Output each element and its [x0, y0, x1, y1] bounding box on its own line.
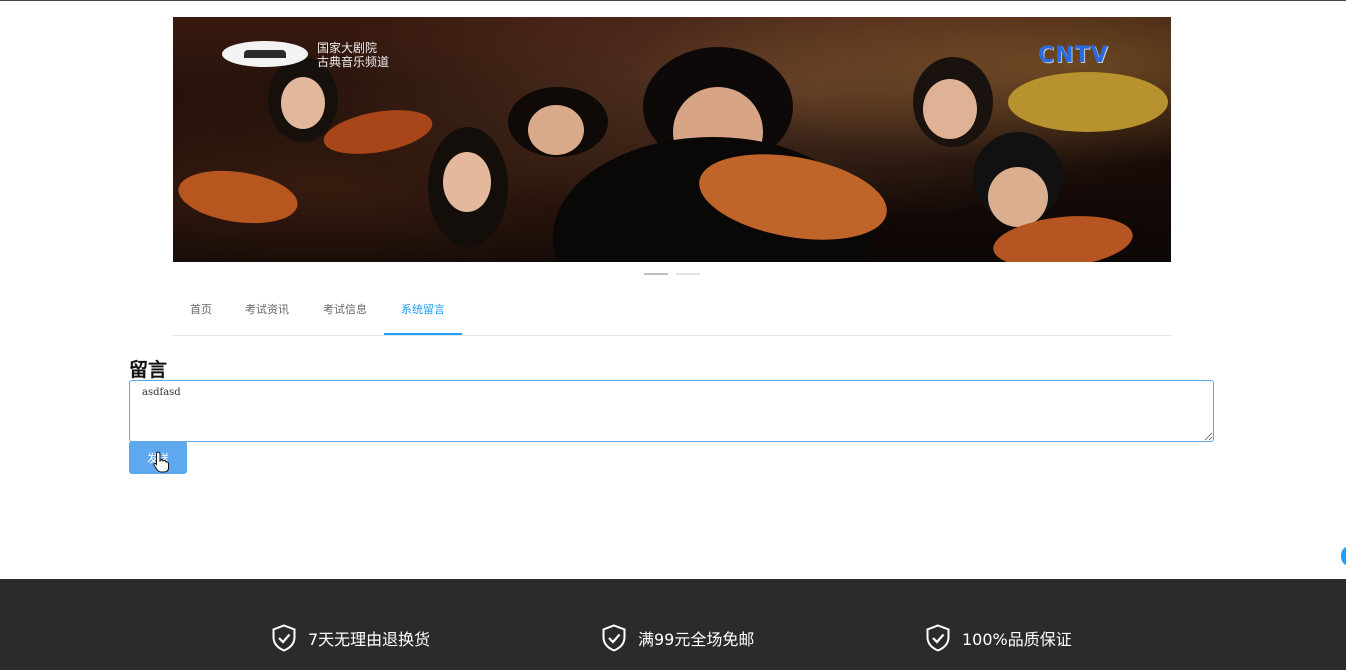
feature-label: 100%品质保证: [962, 630, 1072, 649]
logo-line1: 国家大剧院: [317, 41, 378, 55]
tab-home[interactable]: 首页: [173, 294, 229, 335]
footer: 7天无理由退换货 满99元全场免邮 100%品质保证: [0, 579, 1346, 670]
shield-check-icon: [272, 624, 296, 652]
cntv-logo: CNTV: [1038, 43, 1109, 68]
side-float-button[interactable]: [1341, 547, 1346, 565]
shield-check-icon: [602, 624, 626, 652]
tab-system-message[interactable]: 系统留言: [384, 294, 462, 335]
feature-label: 满99元全场免邮: [638, 630, 755, 649]
banner-face: [988, 167, 1048, 227]
top-border: [0, 0, 1346, 1]
carousel-dot-2[interactable]: [676, 273, 700, 275]
banner-face: [281, 77, 325, 129]
feature-returns: 7天无理由退换货: [271, 623, 430, 653]
feature-free-shipping: 满99元全场免邮: [601, 623, 754, 653]
carousel-indicators: [644, 273, 700, 275]
banner-face: [923, 79, 977, 139]
tab-exam-info[interactable]: 考试信息: [315, 294, 375, 335]
nav-tabs: 首页 考试资讯 考试信息 系统留言: [173, 294, 1171, 336]
ncpa-logo-icon: [222, 41, 308, 67]
banner-face: [443, 152, 491, 212]
logo-line2: 古典音乐频道: [317, 55, 390, 69]
carousel-dot-1[interactable]: [644, 273, 668, 275]
feature-quality: 100%品质保证: [925, 623, 1072, 653]
banner-horn: [1008, 72, 1168, 132]
feature-label: 7天无理由退换货: [308, 630, 431, 649]
tab-exam-news[interactable]: 考试资讯: [237, 294, 297, 335]
message-title: 留言: [129, 359, 168, 381]
banner-logo-text: 国家大剧院 古典音乐频道: [317, 41, 389, 69]
shield-check-icon: [926, 624, 950, 652]
banner-face: [528, 105, 584, 155]
hand-cursor-icon: [153, 451, 169, 473]
banner-carousel[interactable]: 国家大剧院 古典音乐频道 CNTV: [173, 17, 1171, 262]
message-textarea[interactable]: [129, 380, 1214, 442]
